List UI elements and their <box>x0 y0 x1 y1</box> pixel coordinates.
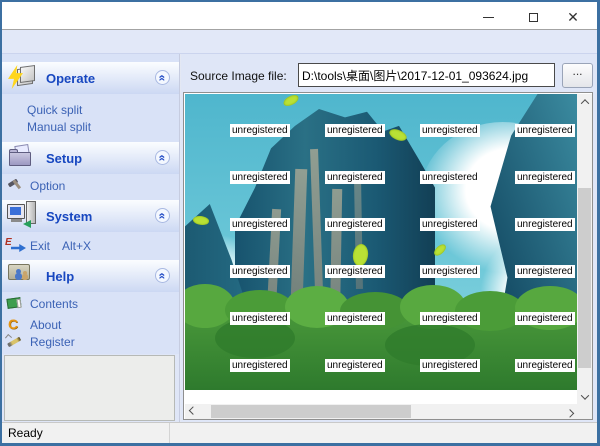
horizontal-scroll-thumb[interactable] <box>211 405 411 418</box>
watermark-label: unregistered <box>230 312 290 325</box>
watermark-label: unregistered <box>230 265 290 278</box>
minimize-icon <box>483 17 494 18</box>
collapse-operate-button[interactable]: « <box>155 70 170 85</box>
watermark-label: unregistered <box>325 124 385 137</box>
watermark-label: unregistered <box>325 265 385 278</box>
watermark-label: unregistered <box>230 218 290 231</box>
status-right-panel <box>170 423 597 443</box>
sidebar-item-register[interactable]: Register <box>2 334 179 350</box>
chevron-down-icon <box>580 391 588 399</box>
watermark-label: unregistered <box>230 124 290 137</box>
collapse-setup-button[interactable]: « <box>155 150 170 165</box>
preview-frame: unregistered unregistered unregistered unre… <box>183 92 593 420</box>
sidebar-section-system[interactable]: System « <box>2 200 179 232</box>
hammer-icon <box>7 179 23 193</box>
watermark-label: unregistered <box>325 359 385 372</box>
maximize-icon <box>529 13 538 22</box>
maximize-button[interactable] <box>517 6 549 28</box>
section-label-system: System <box>46 209 92 224</box>
sidebar-item-label: About <box>30 318 61 332</box>
sidebar-item-label: Option <box>30 179 65 193</box>
scroll-right-button[interactable] <box>562 404 577 419</box>
sidebar-item-label: Exit <box>30 239 50 253</box>
watermark-label: unregistered <box>325 312 385 325</box>
sidebar-divider <box>179 54 181 422</box>
about-c-icon: C <box>8 316 18 332</box>
watermark-label: unregistered <box>515 218 575 231</box>
sidebar-item-option[interactable]: Option <box>2 178 179 194</box>
section-label-operate: Operate <box>46 71 95 86</box>
watermark-label: unregistered <box>420 265 480 278</box>
sidebar-section-operate[interactable]: Operate « <box>2 62 179 94</box>
window-border-top <box>0 0 600 2</box>
folder-icon <box>6 144 38 172</box>
titlebar-separator <box>2 29 597 30</box>
browse-button[interactable]: ... <box>562 63 593 88</box>
section-label-help: Help <box>46 269 74 284</box>
scroll-up-button[interactable] <box>577 94 592 109</box>
scroll-left-button[interactable] <box>185 404 200 419</box>
sidebar-item-exit[interactable]: E Exit Alt+X <box>2 238 179 254</box>
watermark-label: unregistered <box>515 265 575 278</box>
scrollbar-corner <box>577 404 592 419</box>
sidebar-empty-panel <box>4 355 175 421</box>
source-image-label: Source Image file: <box>190 69 287 83</box>
title-bar: ✕ <box>2 2 597 29</box>
scroll-down-button[interactable] <box>577 389 592 404</box>
watermark-label: unregistered <box>515 312 575 325</box>
leaf-shape <box>282 94 300 107</box>
chevron-up-icon: « <box>157 74 169 81</box>
collapse-system-button[interactable]: « <box>155 208 170 223</box>
app-window: ✕ Operate « Quick split Manual split Set… <box>0 0 600 446</box>
watermark-label: unregistered <box>420 171 480 184</box>
chevron-left-icon <box>188 406 196 414</box>
minimize-button[interactable] <box>472 6 504 28</box>
watermark-label: unregistered <box>515 359 575 372</box>
sidebar-item-manual-split[interactable]: Manual split <box>27 120 91 134</box>
source-path-input[interactable] <box>298 63 555 87</box>
preview-image: unregistered unregistered unregistered unre… <box>185 94 577 390</box>
sidebar-item-quick-split[interactable]: Quick split <box>27 103 82 117</box>
sidebar-section-setup[interactable]: Setup « <box>2 142 179 174</box>
chevron-up-icon: « <box>157 212 169 219</box>
watermark-label: unregistered <box>230 359 290 372</box>
chevron-up-icon: « <box>157 272 169 279</box>
watermark-label: unregistered <box>420 312 480 325</box>
watermark-label: unregistered <box>515 124 575 137</box>
chevron-up-icon: « <box>157 154 169 161</box>
section-label-setup: Setup <box>46 151 82 166</box>
sidebar-section-help[interactable]: Help « <box>2 260 179 292</box>
watermark-label: unregistered <box>325 218 385 231</box>
close-icon: ✕ <box>567 10 579 24</box>
status-bar: Ready <box>2 422 597 443</box>
sidebar-item-label: Contents <box>30 297 78 311</box>
lightning-cards-icon <box>8 64 38 92</box>
register-pencil-icon <box>6 334 23 348</box>
help-folder-icon <box>7 261 39 289</box>
watermark-label: unregistered <box>420 218 480 231</box>
watermark-label: unregistered <box>230 171 290 184</box>
toolbar-strip <box>2 30 597 54</box>
exit-icon: E <box>5 238 29 253</box>
watermark-label: unregistered <box>325 171 385 184</box>
chevron-up-icon <box>580 99 588 107</box>
collapse-help-button[interactable]: « <box>155 268 170 283</box>
sidebar-item-shortcut: Alt+X <box>62 239 91 253</box>
vertical-scroll-thumb[interactable] <box>578 188 591 368</box>
chevron-right-icon <box>565 409 573 417</box>
vertical-scrollbar[interactable] <box>577 94 592 404</box>
sidebar: Operate « Quick split Manual split Setup… <box>2 54 179 354</box>
window-border-left <box>0 0 2 446</box>
close-button[interactable]: ✕ <box>557 6 589 28</box>
book-icon <box>7 297 24 310</box>
watermark-label: unregistered <box>420 124 480 137</box>
computer-icon <box>6 200 40 230</box>
watermark-label: unregistered <box>515 171 575 184</box>
status-message: Ready <box>2 423 170 443</box>
sidebar-item-label: Register <box>30 335 75 349</box>
sidebar-item-about[interactable]: C About <box>2 317 179 333</box>
watermark-label: unregistered <box>420 359 480 372</box>
horizontal-scrollbar[interactable] <box>185 404 577 419</box>
sidebar-item-contents[interactable]: Contents <box>2 296 179 312</box>
